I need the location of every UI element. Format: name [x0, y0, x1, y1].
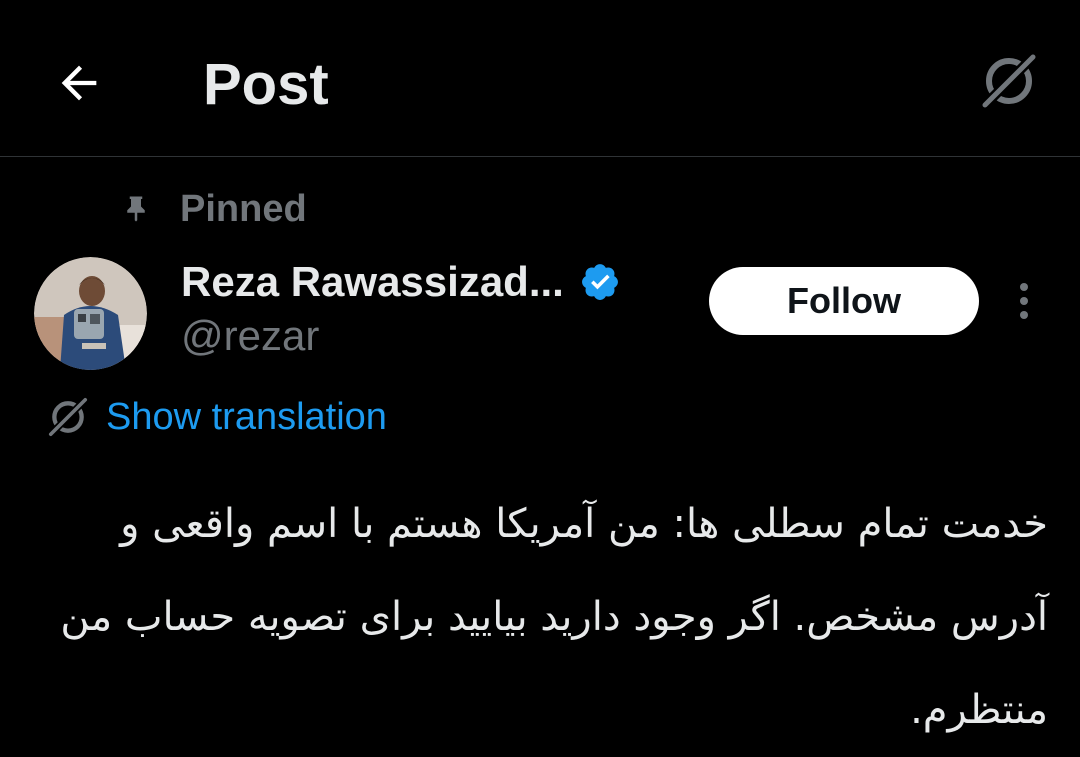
pinned-label: Pinned	[180, 187, 307, 230]
verified-badge-icon	[578, 260, 622, 304]
back-button[interactable]	[44, 48, 114, 118]
author-handle[interactable]: @rezar	[181, 312, 319, 360]
grok-button[interactable]	[974, 46, 1044, 116]
top-bar: Post	[0, 0, 1080, 157]
pin-icon	[118, 191, 154, 227]
follow-button[interactable]: Follow	[709, 267, 979, 335]
more-options-button[interactable]	[1004, 278, 1044, 324]
pinned-indicator: Pinned	[118, 184, 307, 234]
grok-icon	[981, 53, 1037, 109]
page-title: Post	[203, 52, 329, 117]
author-display-name[interactable]: Reza Rawassizad...	[181, 258, 564, 306]
show-translation-link[interactable]: Show translation	[44, 392, 387, 442]
arrow-left-icon	[61, 65, 97, 101]
avatar[interactable]	[34, 257, 147, 370]
show-translation-label: Show translation	[106, 395, 387, 438]
more-vertical-icon	[1020, 283, 1028, 319]
grok-small-icon	[44, 393, 92, 441]
post-text: خدمت تمام سطلی ها: من آمریکا هستم با اسم…	[60, 501, 1048, 733]
author-name-row: Reza Rawassizad...	[181, 254, 622, 310]
